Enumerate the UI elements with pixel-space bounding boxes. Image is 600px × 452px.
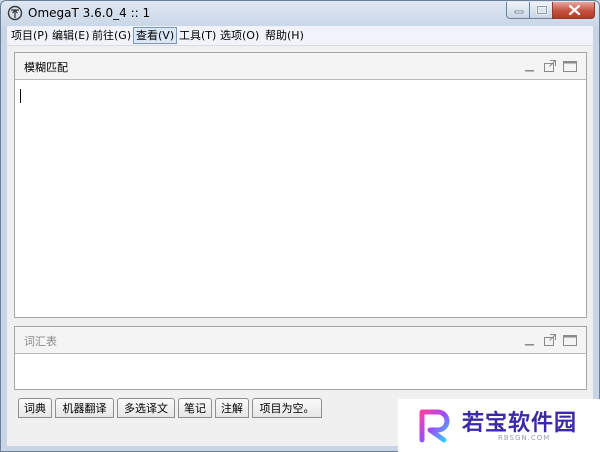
close-button[interactable] [552, 2, 595, 19]
maximize-panel-icon[interactable] [562, 332, 578, 348]
maximize-button[interactable] [529, 2, 553, 19]
tab-notes[interactable]: 笔记 [178, 398, 212, 418]
tab-project-status[interactable]: 项目为空。 [252, 398, 322, 418]
minimize-icon [514, 10, 524, 14]
close-icon [568, 4, 581, 16]
rb-logo-icon [419, 409, 450, 443]
glossary-panel: 词汇表 [14, 326, 587, 390]
minimize-button[interactable] [506, 2, 530, 19]
undock-panel-icon[interactable] [542, 58, 558, 74]
main-area: 模糊匹配 词汇表 词典 机器翻译 多选译文 笔记 注解 项目为空。 [7, 46, 593, 446]
fuzzy-matches-panel: 模糊匹配 [14, 52, 587, 318]
tab-dictionary[interactable]: 词典 [18, 398, 52, 418]
menu-project[interactable]: 项目(P) [9, 28, 50, 43]
site-watermark: 若宝软件园 RBSGN.COM [398, 399, 600, 452]
watermark-url: RBSGN.COM [498, 434, 551, 442]
maximize-panel-icon[interactable] [562, 58, 578, 74]
undock-panel-icon[interactable] [542, 332, 558, 348]
menu-help[interactable]: 帮助(H) [263, 28, 306, 43]
glossary-title: 词汇表 [24, 335, 57, 348]
window-title: OmegaT 3.6.0_4 :: 1 [28, 6, 151, 20]
title-bar[interactable]: OmegaT 3.6.0_4 :: 1 [1, 1, 599, 25]
menu-options[interactable]: 选项(O) [218, 28, 261, 43]
menu-goto[interactable]: 前往(G) [90, 28, 133, 43]
tab-multiple-translations[interactable]: 多选译文 [117, 398, 175, 418]
text-caret [20, 89, 21, 103]
omegat-app-icon [7, 5, 23, 21]
menu-bar: 项目(P) 编辑(E) 前往(G) 查看(V) 工具(T) 选项(O) 帮助(H… [7, 26, 593, 46]
maximize-icon [536, 5, 548, 15]
minimize-panel-icon[interactable] [522, 58, 538, 74]
watermark-brand: 若宝软件园 [462, 411, 578, 436]
menu-edit[interactable]: 编辑(E) [50, 28, 92, 43]
glossary-header: 词汇表 [15, 327, 586, 354]
fuzzy-matches-title: 模糊匹配 [24, 61, 68, 74]
tab-comments[interactable]: 注解 [215, 398, 249, 418]
menu-tools[interactable]: 工具(T) [177, 28, 218, 43]
app-window: OmegaT 3.6.0_4 :: 1 项目(P) 编辑(E) 前往(G) 查看… [0, 0, 600, 452]
menu-view[interactable]: 查看(V) [133, 27, 178, 44]
tab-machine-translation[interactable]: 机器翻译 [55, 398, 114, 418]
fuzzy-matches-header: 模糊匹配 [15, 53, 586, 80]
minimize-panel-icon[interactable] [522, 332, 538, 348]
